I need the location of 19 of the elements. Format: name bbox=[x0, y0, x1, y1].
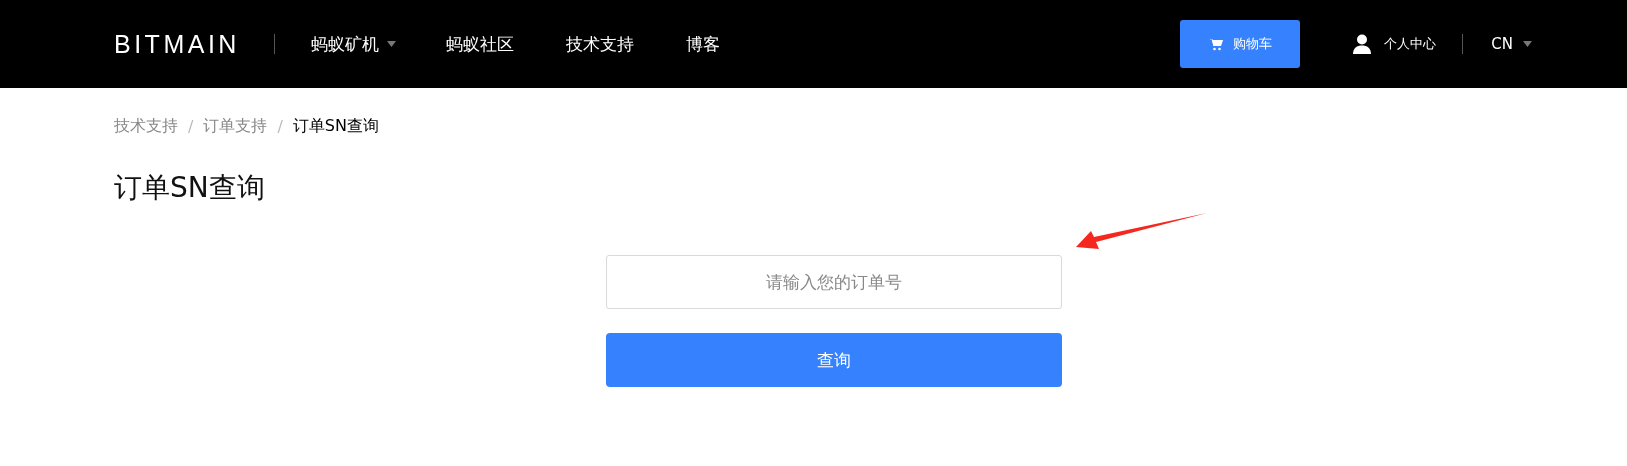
search-button[interactable]: 查询 bbox=[606, 333, 1062, 387]
nav-link[interactable]: 蚂蚁社区 bbox=[445, 32, 514, 56]
breadcrumb-link[interactable]: 订单SN查询 bbox=[292, 116, 379, 137]
caret-icon bbox=[386, 41, 396, 47]
nav-link[interactable]: 技术支持 bbox=[565, 32, 634, 56]
account-link[interactable]: 个人中心 bbox=[1384, 35, 1437, 53]
breadcrumb-link[interactable]: 技术支持 bbox=[114, 116, 178, 137]
breadcrumb-separator: / bbox=[188, 117, 194, 136]
breadcrumb-separator: / bbox=[277, 117, 283, 136]
user-icon bbox=[1353, 34, 1372, 54]
order-number-field[interactable]: 请输入您的订单号 bbox=[606, 255, 1062, 309]
nav-link[interactable]: 博客 bbox=[685, 32, 720, 56]
language-selector[interactable]: CN bbox=[1491, 35, 1532, 53]
cart-button[interactable]: 购物车 bbox=[1180, 20, 1301, 68]
page-title: 订单SN查询 bbox=[114, 170, 266, 206]
caret-icon bbox=[1523, 41, 1532, 47]
nav-link[interactable]: 蚂蚁矿机 bbox=[310, 32, 396, 56]
breadcrumb-link[interactable]: 订单支持 bbox=[203, 116, 268, 137]
logo[interactable]: BITMAIN bbox=[114, 29, 240, 59]
